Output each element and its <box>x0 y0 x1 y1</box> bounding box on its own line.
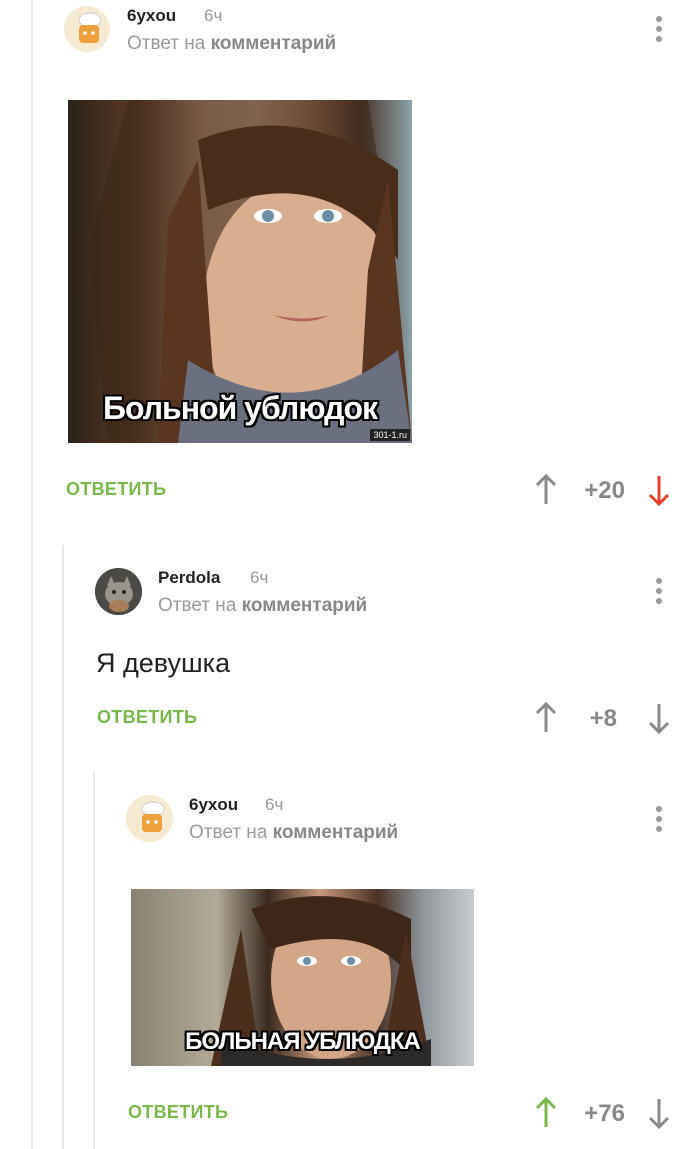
reply-to-line: Ответ на комментарий <box>189 822 398 844</box>
reply-to-prefix: Ответ на <box>189 822 268 843</box>
reply-to-link[interactable]: комментарий <box>273 822 399 843</box>
comment-author[interactable]: 6yxou <box>189 795 238 815</box>
comment-time: 6ч <box>265 795 284 814</box>
reply-button[interactable]: ОТВЕТИТЬ <box>128 1102 228 1123</box>
chef-avatar[interactable] <box>126 795 173 842</box>
image-caption: БОЛЬНАЯ УБЛЮДКА <box>185 1028 421 1055</box>
upvote-arrow-icon[interactable] <box>534 1096 558 1134</box>
comment-3: 6yxou 6ч Ответ на комментарий БОЛЬНАЯ УБ… <box>0 0 700 1149</box>
downvote-arrow-icon[interactable] <box>647 1097 671 1134</box>
comment-image[interactable]: БОЛЬНАЯ УБЛЮДКА <box>131 889 474 1066</box>
comment-score: +76 <box>584 1100 625 1127</box>
more-options-icon[interactable] <box>655 806 663 836</box>
